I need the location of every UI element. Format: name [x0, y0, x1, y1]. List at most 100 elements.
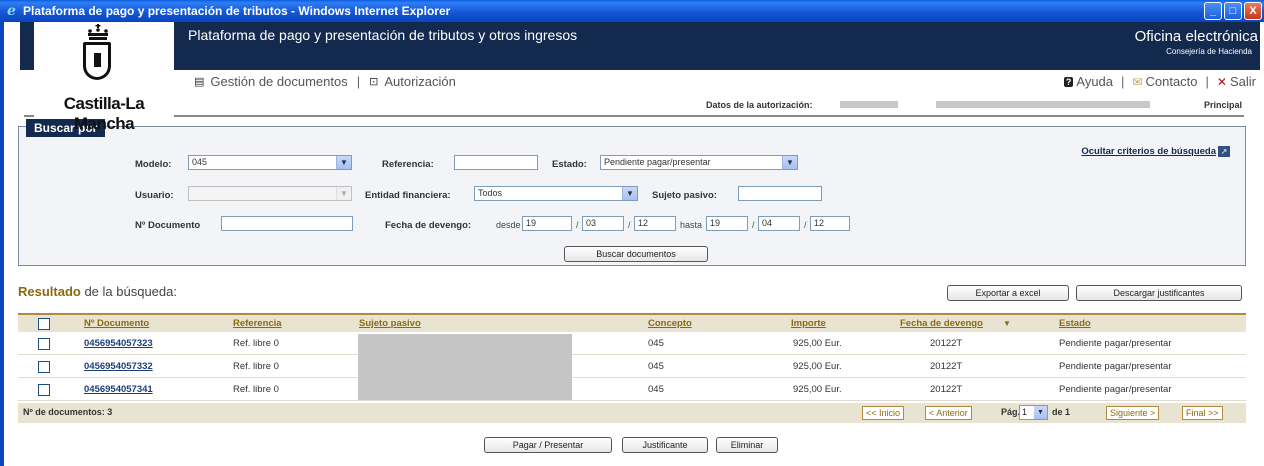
date-separator: / [628, 220, 631, 230]
receipt-button[interactable]: Justificante [622, 437, 708, 453]
modelo-value: 045 [192, 157, 208, 167]
previous-page-button[interactable]: < Anterior [925, 406, 972, 420]
collapse-icon[interactable]: ↗ [1218, 146, 1230, 157]
pay-submit-button[interactable]: Pagar / Presentar [484, 437, 612, 453]
estado-cell: Pendiente pagar/presentar [1059, 384, 1172, 395]
ndoc-link[interactable]: 0456954057341 [84, 384, 153, 395]
usuario-select[interactable]: ▼ [188, 186, 352, 201]
date-separator: / [752, 220, 755, 230]
desde-month-input[interactable]: 03 [582, 216, 624, 231]
chevron-down-icon: ▼ [336, 156, 351, 169]
modelo-label: Modelo: [135, 159, 172, 170]
logo[interactable]: Castilla-La Mancha [34, 22, 174, 133]
nav-documents-link[interactable]: Gestión de documentos [210, 74, 347, 89]
export-excel-button[interactable]: Exportar a excel [947, 285, 1069, 301]
authorization-label: Datos de la autorización: [706, 100, 813, 110]
fecha-cell: 20122T [930, 384, 963, 395]
principal-link[interactable]: Principal [1204, 100, 1242, 110]
desde-label: desde [496, 220, 521, 230]
hide-criteria-link[interactable]: Ocultar criterios de búsqueda [1081, 146, 1216, 157]
column-fecha[interactable]: Fecha de devengo [900, 318, 983, 329]
chevron-down-icon: ▼ [782, 156, 797, 169]
last-page-button[interactable]: Final >> [1182, 406, 1223, 420]
table-row: 0456954057332 Ref. libre 0 045 925,00 Eu… [18, 356, 1246, 378]
row-checkbox[interactable] [38, 384, 50, 396]
document-count: Nº de documentos: 3 [23, 407, 113, 417]
concepto-cell: 045 [648, 338, 664, 349]
close-button[interactable]: X [1244, 2, 1262, 20]
hasta-month-input[interactable]: 04 [758, 216, 800, 231]
main-nav: ▤ Gestión de documentos | ⊡ Autorización [194, 74, 456, 89]
row-checkbox[interactable] [38, 338, 50, 350]
download-receipts-button[interactable]: Descargar justificantes [1076, 285, 1242, 301]
delete-button[interactable]: Eliminar [716, 437, 778, 453]
nav-exit-link[interactable]: Salir [1230, 74, 1256, 89]
nav-separator: | [1205, 74, 1209, 89]
entidad-select[interactable]: Todos ▼ [474, 186, 638, 201]
column-importe[interactable]: Importe [791, 318, 826, 329]
ndoc-link[interactable]: 0456954057323 [84, 338, 153, 349]
usuario-label: Usuario: [135, 190, 174, 201]
minimize-button[interactable]: _ [1204, 2, 1222, 20]
next-page-button[interactable]: Siguiente > [1106, 406, 1160, 420]
referencia-input[interactable] [454, 155, 538, 170]
estado-label: Estado: [552, 159, 587, 170]
table-row: 0456954057341 Ref. libre 0 045 925,00 Eu… [18, 379, 1246, 401]
authorization-redacted-id [840, 101, 898, 108]
maximize-button[interactable]: □ [1224, 2, 1242, 20]
page-select[interactable]: 1 ▼ [1019, 405, 1048, 420]
chevron-down-icon: ▼ [336, 187, 351, 200]
hasta-day-input[interactable]: 19 [706, 216, 748, 231]
importe-cell: 925,00 Eur. [793, 361, 842, 372]
header-title: Plataforma de pago y presentación de tri… [188, 27, 578, 43]
column-ndoc[interactable]: Nº Documento [84, 318, 149, 329]
desde-year-input[interactable]: 12 [634, 216, 676, 231]
date-separator: / [804, 220, 807, 230]
page-value: 1 [1022, 407, 1028, 417]
entidad-label: Entidad financiera: [365, 190, 451, 201]
referencia-cell: Ref. libre 0 [233, 384, 279, 395]
window-title: Plataforma de pago y presentación de tri… [23, 4, 451, 18]
ndoc-label: Nº Documento [135, 220, 201, 231]
estado-cell: Pendiente pagar/presentar [1059, 338, 1172, 349]
sujeto-pasivo-input[interactable] [738, 186, 822, 201]
column-estado[interactable]: Estado [1059, 318, 1091, 329]
nav-contact-link[interactable]: Contacto [1145, 74, 1197, 89]
results-title-rest: de la búsqueda: [80, 284, 177, 299]
importe-cell: 925,00 Eur. [793, 338, 842, 349]
help-icon: ? [1063, 76, 1074, 87]
column-referencia[interactable]: Referencia [233, 318, 282, 329]
page: Castilla-La Mancha Plataforma de pago y … [4, 22, 1264, 466]
chevron-down-icon: ▼ [1034, 406, 1047, 419]
authorization-icon: ⊡ [369, 76, 379, 88]
ndoc-link[interactable]: 0456954057332 [84, 361, 153, 372]
hasta-year-input[interactable]: 12 [810, 216, 850, 231]
ndoc-input[interactable] [221, 216, 353, 231]
column-sujeto[interactable]: Sujeto pasivo [359, 318, 421, 329]
office-title: Oficina electrónica [1134, 28, 1258, 45]
utility-nav: ? Ayuda | ✉ Contacto | ✕ Salir [1063, 74, 1256, 89]
results-title-bold: Resultado [18, 284, 81, 299]
search-documents-button[interactable]: Buscar documentos [564, 246, 708, 262]
nav-help-link[interactable]: Ayuda [1076, 74, 1113, 89]
documents-icon: ▤ [194, 76, 205, 88]
nav-separator: | [356, 74, 361, 89]
row-checkbox[interactable] [38, 361, 50, 373]
window-titlebar[interactable]: e Plataforma de pago y presentación de t… [0, 0, 1264, 22]
sort-down-icon[interactable]: ▼ [1003, 319, 1011, 328]
select-all-checkbox[interactable] [38, 318, 50, 330]
table-header: Nº Documento Referencia Sujeto pasivo Co… [18, 313, 1246, 332]
desde-day-input[interactable]: 19 [522, 216, 572, 231]
first-page-button[interactable]: << Inicio [862, 406, 905, 420]
estado-select[interactable]: Pendiente pagar/presentar ▼ [600, 155, 798, 170]
column-concepto[interactable]: Concepto [648, 318, 692, 329]
page-total: de 1 [1052, 407, 1071, 417]
date-separator: / [576, 220, 579, 230]
concepto-cell: 045 [648, 361, 664, 372]
chevron-down-icon: ▼ [622, 187, 637, 200]
fecha-cell: 20122T [930, 361, 963, 372]
modelo-select[interactable]: 045 ▼ [188, 155, 352, 170]
window-controls: _ □ X [1204, 2, 1262, 20]
nav-authorization-link[interactable]: Autorización [384, 74, 456, 89]
concepto-cell: 045 [648, 384, 664, 395]
